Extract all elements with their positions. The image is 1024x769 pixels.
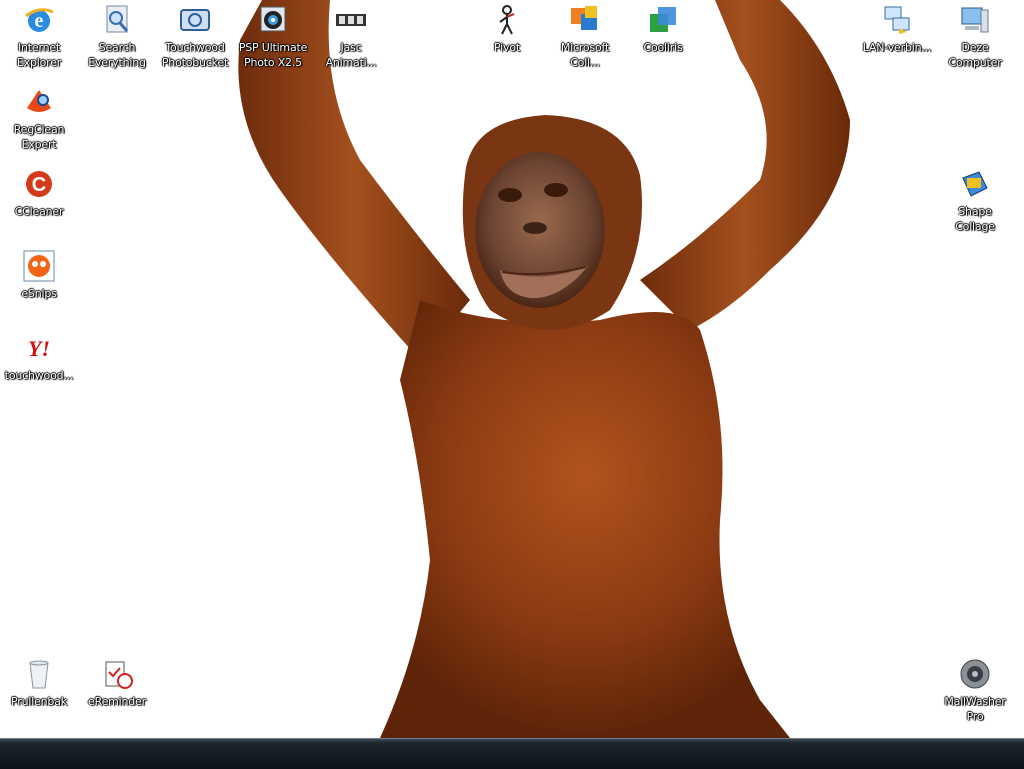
svg-text:C: C bbox=[32, 174, 46, 196]
desktop-icon-psp-ultimate[interactable]: PSP Ultimate Photo X2.5 bbox=[234, 2, 312, 70]
desktop-icon-label: Cooliris bbox=[643, 41, 683, 54]
orangutan-wallpaper bbox=[238, 0, 850, 738]
desktop-icon-ccleaner[interactable]: C CCleaner bbox=[0, 166, 78, 219]
desktop-icon-ereminder[interactable]: eReminder bbox=[78, 656, 156, 709]
desktop[interactable]: e Internet Explorer Search Everything To… bbox=[0, 0, 1024, 738]
desktop-icon-label: CCleaner bbox=[14, 205, 64, 218]
desktop-icon-label: touchwood... bbox=[4, 369, 74, 382]
desktop-icon-label: MailWasher Pro bbox=[944, 695, 1006, 723]
recycle-bin-icon bbox=[29, 660, 49, 689]
desktop-icon-internet-explorer[interactable]: e Internet Explorer bbox=[0, 2, 78, 70]
lan-connection-icon bbox=[884, 6, 910, 34]
desktop-icon-label: Microsoft Coll... bbox=[560, 41, 610, 69]
search-everything-icon bbox=[106, 5, 129, 33]
desktop-icon-label: PSP Ultimate Photo X2.5 bbox=[238, 41, 308, 69]
pivot-stickfigure-icon bbox=[499, 5, 515, 35]
desktop-icon-label: eReminder bbox=[88, 695, 146, 708]
desktop-icon-label: Search Everything bbox=[88, 41, 146, 69]
desktop-icon-label: LAN-verbin... bbox=[862, 41, 932, 54]
internet-explorer-icon: e bbox=[25, 8, 54, 32]
microsoft-collage-icon bbox=[571, 6, 597, 30]
taskbar[interactable] bbox=[0, 738, 1024, 769]
esnips-icon bbox=[23, 250, 55, 282]
desktop-icon-jasc-animation[interactable]: Jasc Animati... bbox=[312, 2, 390, 70]
desktop-icon-esnips[interactable]: eSnips bbox=[0, 248, 78, 301]
desktop-icon-pivot[interactable]: Pivot bbox=[468, 2, 546, 55]
desktop-icon-recycle-bin[interactable]: Prullenbak bbox=[0, 656, 78, 709]
desktop-icon-label: Internet Explorer bbox=[16, 41, 62, 69]
desktop-icon-mailwasher-pro[interactable]: MailWasher Pro bbox=[936, 656, 1014, 724]
desktop-icon-cooliris[interactable]: Cooliris bbox=[624, 2, 702, 55]
desktop-icon-shape-collage[interactable]: Shape Collage bbox=[936, 166, 1014, 234]
desktop-icon-yahoo-touchwood[interactable]: Y! touchwood... bbox=[0, 330, 78, 383]
desktop-icon-label: RegClean Expert bbox=[13, 123, 65, 151]
desktop-icon-regclean-expert[interactable]: RegClean Expert bbox=[0, 84, 78, 152]
desktop-icon-touchwood-photobucket[interactable]: Touchwood Photobucket bbox=[156, 2, 234, 70]
computer-icon bbox=[961, 7, 989, 33]
desktop-icon-label: Jasc Animati... bbox=[325, 41, 377, 69]
desktop-icon-label: Touchwood Photobucket bbox=[161, 41, 229, 69]
desktop-icon-microsoft-collage[interactable]: Microsoft Coll... bbox=[546, 2, 624, 70]
desktop-icon-lan-connection[interactable]: LAN-verbin... bbox=[858, 2, 936, 55]
desktop-icon-label: Deze Computer bbox=[948, 41, 1002, 69]
svg-text:e: e bbox=[35, 10, 44, 32]
desktop-icon-search-everything[interactable]: Search Everything bbox=[78, 2, 156, 70]
desktop-icon-label: eSnips bbox=[21, 287, 57, 300]
desktop-icon-computer[interactable]: Deze Computer bbox=[936, 2, 1014, 70]
desktop-icon-label: Prullenbak bbox=[11, 695, 67, 708]
svg-text:Y!: Y! bbox=[28, 336, 50, 361]
regclean-expert-icon bbox=[27, 90, 51, 112]
ccleaner-icon: C bbox=[26, 171, 52, 197]
jasc-animation-icon bbox=[336, 14, 366, 26]
touchwood-photobucket-icon bbox=[180, 9, 210, 31]
shape-collage-icon bbox=[962, 171, 988, 197]
psp-ultimate-icon bbox=[260, 6, 286, 32]
cooliris-icon bbox=[650, 7, 676, 32]
mailwasher-pro-icon bbox=[960, 659, 990, 689]
ereminder-icon bbox=[105, 661, 133, 689]
desktop-icon-label: Shape Collage bbox=[955, 205, 995, 233]
yahoo-touchwood-icon: Y! bbox=[28, 336, 50, 361]
desktop-icon-label: Pivot bbox=[493, 41, 520, 54]
